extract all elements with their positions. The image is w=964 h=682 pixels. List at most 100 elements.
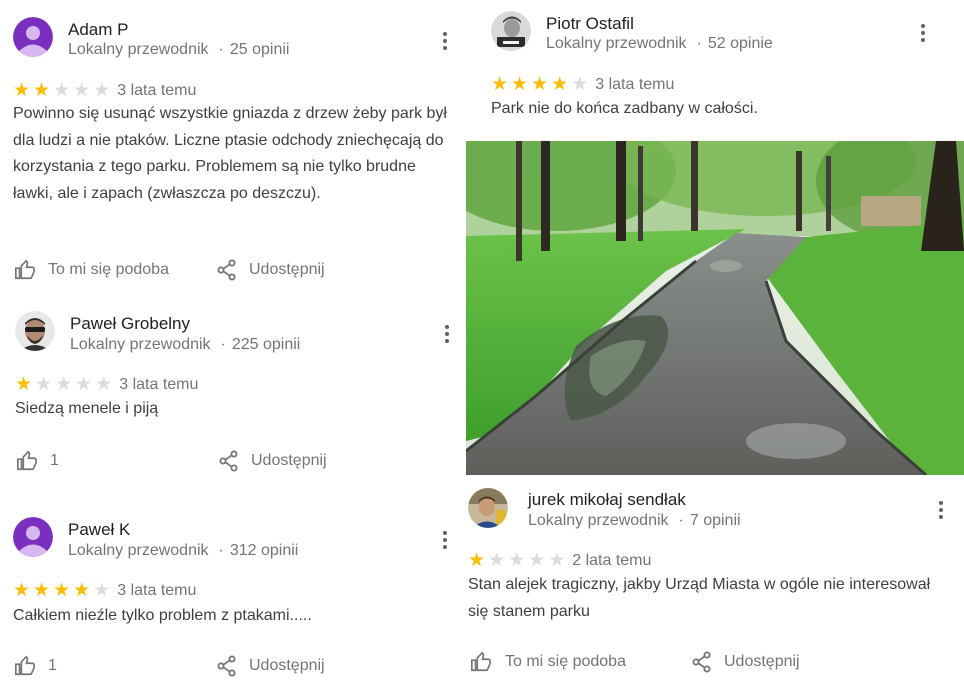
star-icon: ★ xyxy=(73,80,91,101)
reviewer-meta: Lokalny przewodnik · 25 opinii xyxy=(68,41,290,58)
more-vert-icon xyxy=(445,325,449,343)
star-icon: ★ xyxy=(13,580,31,601)
review-text: Powinno się usunąć wszystkie gniazda z d… xyxy=(13,105,447,202)
review-photo[interactable] xyxy=(466,141,964,475)
profile-photo-icon xyxy=(15,311,55,351)
more-options-button[interactable] xyxy=(437,530,453,550)
like-button[interactable]: 1 xyxy=(16,450,59,472)
review-count: 7 opinii xyxy=(689,512,741,529)
more-options-button[interactable] xyxy=(439,324,455,344)
review-count: 225 opinii xyxy=(231,336,301,353)
review-text: Siedzą menele i piją xyxy=(15,400,159,417)
avatar[interactable] xyxy=(491,11,531,51)
star-icon: ★ xyxy=(33,80,51,101)
like-label: To mi się podoba xyxy=(48,261,169,278)
star-icon: ★ xyxy=(53,580,71,601)
star-rating: ★ ★ ★ ★ ★ 3 lata temu xyxy=(491,75,674,94)
share-button[interactable]: Udostępnij xyxy=(219,450,327,472)
like-button[interactable]: To mi się podoba xyxy=(469,651,626,673)
star-icon: ★ xyxy=(13,80,31,101)
avatar[interactable] xyxy=(468,488,508,528)
more-options-button[interactable] xyxy=(437,31,453,51)
share-icon xyxy=(219,450,238,472)
star-icon: ★ xyxy=(35,374,53,395)
star-icon: ★ xyxy=(571,74,589,95)
star-icon: ★ xyxy=(508,550,526,571)
review-count: 312 opinii xyxy=(229,542,299,559)
profile-photo-icon xyxy=(491,11,531,51)
review-date: 3 lata temu xyxy=(119,375,199,393)
share-icon xyxy=(217,655,236,677)
star-icon: ★ xyxy=(491,74,509,95)
star-icon: ★ xyxy=(33,580,51,601)
star-icon: ★ xyxy=(75,374,93,395)
star-icon: ★ xyxy=(55,374,73,395)
more-vert-icon xyxy=(443,32,447,50)
thumb-up-icon xyxy=(471,651,491,672)
star-icon: ★ xyxy=(548,550,566,571)
more-options-button[interactable] xyxy=(933,500,949,520)
review-date: 3 lata temu xyxy=(117,581,197,599)
park-path-photo xyxy=(466,141,964,475)
star-icon: ★ xyxy=(531,74,549,95)
review-text: Całkiem nieźle tylko problem z ptakami..… xyxy=(13,607,312,624)
local-guide-label: Lokalny przewodnik xyxy=(68,542,209,559)
default-avatar-icon xyxy=(13,517,53,557)
star-rating: ★ ★ ★ ★ ★ 3 lata temu xyxy=(13,581,196,600)
like-button[interactable]: To mi się podoba xyxy=(14,259,169,281)
star-icon: ★ xyxy=(511,74,529,95)
share-icon xyxy=(692,651,711,673)
star-icon: ★ xyxy=(93,80,111,101)
star-icon: ★ xyxy=(15,374,33,395)
review-text: Park nie do końca zadbany w całości. xyxy=(491,100,758,117)
reviewer-meta: Lokalny przewodnik · 7 opinii xyxy=(528,512,741,529)
share-label: Udostępnij xyxy=(249,261,325,278)
more-vert-icon xyxy=(921,24,925,42)
like-count: 1 xyxy=(50,452,59,469)
more-vert-icon xyxy=(939,501,943,519)
share-label: Udostępnij xyxy=(251,452,327,469)
star-rating: ★ ★ ★ ★ ★ 2 lata temu xyxy=(468,551,651,570)
star-rating: ★ ★ ★ ★ ★ 3 lata temu xyxy=(13,81,196,100)
star-icon: ★ xyxy=(53,80,71,101)
like-label: To mi się podoba xyxy=(505,653,626,670)
reviewer-name[interactable]: jurek mikołaj sendłak xyxy=(528,490,686,510)
reviewer-meta: Lokalny przewodnik · 225 opinii xyxy=(70,336,301,353)
reviewer-name[interactable]: Piotr Ostafil xyxy=(546,14,634,34)
share-label: Udostępnij xyxy=(249,657,325,674)
star-icon: ★ xyxy=(528,550,546,571)
avatar[interactable] xyxy=(13,517,53,557)
review-date: 2 lata temu xyxy=(572,551,652,569)
share-icon xyxy=(217,259,236,281)
local-guide-label: Lokalny przewodnik xyxy=(528,512,669,529)
share-label: Udostępnij xyxy=(724,653,800,670)
reviewer-name[interactable]: Adam P xyxy=(68,20,128,40)
more-options-button[interactable] xyxy=(915,23,931,43)
share-button[interactable]: Udostępnij xyxy=(217,655,325,677)
review-count: 52 opinie xyxy=(707,35,773,52)
review-text: Stan alejek tragiczny, jakby Urząd Miast… xyxy=(468,576,931,620)
thumb-up-icon xyxy=(15,259,35,280)
avatar[interactable] xyxy=(15,311,55,351)
local-guide-label: Lokalny przewodnik xyxy=(70,336,211,353)
review-date: 3 lata temu xyxy=(117,81,197,99)
star-icon: ★ xyxy=(488,550,506,571)
star-icon: ★ xyxy=(95,374,113,395)
share-button[interactable]: Udostępnij xyxy=(692,651,800,673)
share-button[interactable]: Udostępnij xyxy=(217,259,325,281)
thumb-up-icon xyxy=(17,450,37,471)
like-button[interactable]: 1 xyxy=(14,655,57,677)
thumb-up-icon xyxy=(15,655,35,676)
local-guide-label: Lokalny przewodnik xyxy=(546,35,687,52)
like-count: 1 xyxy=(48,657,57,674)
review-date: 3 lata temu xyxy=(595,75,675,93)
profile-photo-icon xyxy=(468,488,508,528)
default-avatar-icon xyxy=(13,17,53,57)
reviewer-name[interactable]: Paweł Grobelny xyxy=(70,314,190,334)
star-icon: ★ xyxy=(93,580,111,601)
reviewer-name[interactable]: Paweł K xyxy=(68,520,130,540)
review-count: 25 opinii xyxy=(229,41,290,58)
star-rating: ★ ★ ★ ★ ★ 3 lata temu xyxy=(15,375,198,394)
more-vert-icon xyxy=(443,531,447,549)
avatar[interactable] xyxy=(13,17,53,57)
